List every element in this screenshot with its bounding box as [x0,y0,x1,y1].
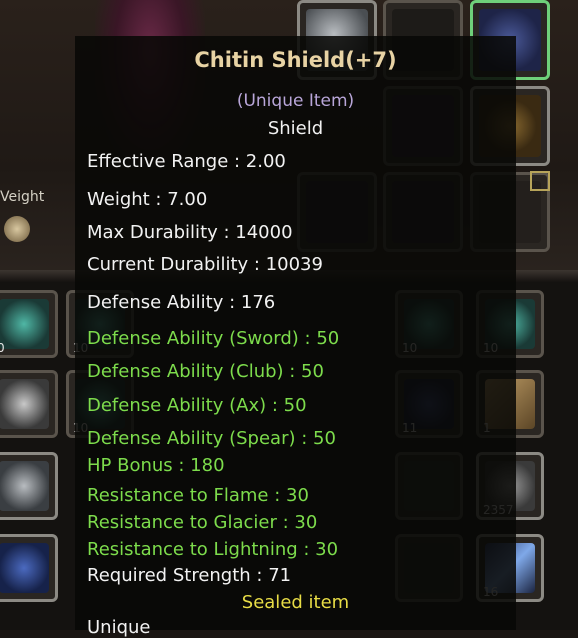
item-quantity: 0 [0,341,5,355]
stat-resist-glacier: Resistance to Glacier : 30 [87,512,318,533]
stat-defense-ax: Defense Ability (Ax) : 50 [87,395,307,416]
stat-defense-sword: Defense Ability (Sword) : 50 [87,328,340,349]
item-name: Chitin Shield(+7) [194,48,397,72]
inventory-slot[interactable]: 0 [0,290,58,358]
stat-max-durability: Max Durability : 14000 [87,222,293,243]
stat-defense-spear: Defense Ability (Spear) : 50 [87,428,336,449]
stat-weight: Weight : 7.00 [87,189,208,210]
stat-resist-flame: Resistance to Flame : 30 [87,485,309,506]
weight-indicator: Veight [0,187,80,209]
item-rarity: (Unique Item) [236,91,355,111]
stat-required-strength: Required Strength : 71 [87,565,292,586]
stat-effective-range: Effective Range : 2.00 [87,151,286,172]
stat-resist-lightning: Resistance to Lightning : 30 [87,539,339,560]
sealed-status: Sealed item [241,592,350,613]
expand-toggle[interactable] [530,171,550,191]
weight-label: Veight [0,189,45,205]
item-type: Shield [267,118,324,139]
stat-defense: Defense Ability : 176 [87,292,276,313]
item-tooltip: Chitin Shield(+7) (Unique Item) Shield E… [75,36,516,638]
inventory-slot[interactable] [0,370,58,438]
stat-hp-bonus: HP Bonus : 180 [87,455,225,476]
stat-current-durability: Current Durability : 10039 [87,254,323,275]
inventory-slot[interactable] [0,452,58,520]
stat-defense-club: Defense Ability (Club) : 50 [87,361,324,382]
coin-icon [4,216,30,242]
item-grade-footer: Unique [87,617,151,638]
inventory-slot[interactable] [0,534,58,602]
